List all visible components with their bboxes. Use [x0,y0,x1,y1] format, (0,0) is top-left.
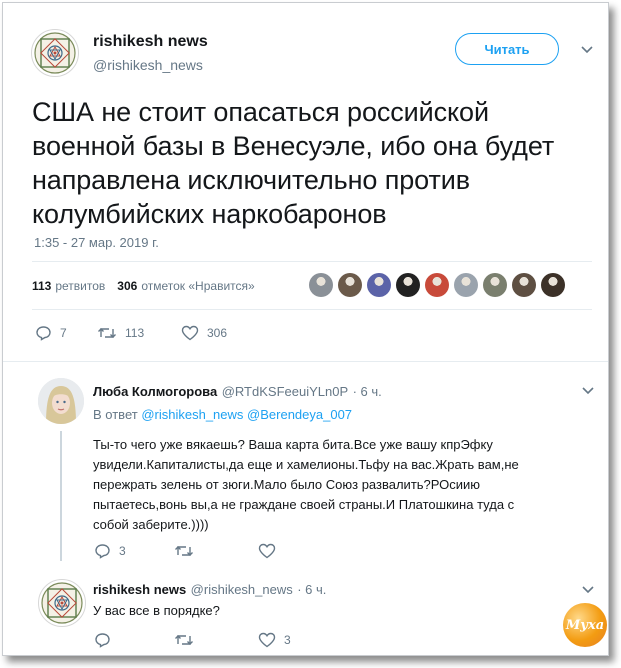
retweet-icon [175,635,193,645]
like-button[interactable]: 306 [181,325,227,341]
like-button[interactable] [258,543,284,559]
likes-stat[interactable]: 306 отметок «Нравится» [117,279,254,293]
divider [3,361,608,362]
retweet-icon [98,328,116,338]
retweet-icon [175,546,193,556]
heart-icon [258,632,276,648]
tweet-card: rishikesh news @rishikesh_news Читать СШ… [2,2,609,656]
divider [32,309,592,310]
liker-avatar[interactable] [396,273,420,297]
heart-icon [181,325,199,341]
reply-actions: 3 [94,632,291,648]
liker-avatar[interactable] [454,273,478,297]
reply-icon [95,633,110,648]
reply-button[interactable] [94,632,174,648]
reply-to-line: В ответ @rishikesh_news @Berendeya_007 [93,407,353,422]
liker-avatar[interactable] [483,273,507,297]
liker-avatar[interactable] [425,273,449,297]
retweet-button[interactable] [174,543,258,559]
reply-icon [95,544,110,559]
tweet-text: США не стоит опасаться российской военно… [32,97,555,229]
reply-header: rishikesh news @rishikesh_news · 6 ч. [93,581,326,599]
watermark-logo: Муха [563,603,607,647]
reply-button[interactable]: 7 [35,325,97,341]
thread-line [60,431,62,561]
reply-avatar[interactable] [38,579,86,627]
tweet-stats: 113 ретвитов 306 отметок «Нравится» [32,279,255,293]
reply-avatar[interactable] [38,378,84,424]
reply-author-name[interactable]: rishikesh news [93,582,186,597]
reply-author-handle[interactable]: @rishikesh_news [191,582,293,597]
retweets-stat[interactable]: 113 ретвитов [32,279,105,293]
liker-avatar[interactable] [541,273,565,297]
tweet-timestamp[interactable]: 1:35 - 27 мар. 2019 г. [34,235,159,250]
author-handle[interactable]: @rishikesh_news [93,57,203,73]
divider [32,261,592,262]
reply-to-link[interactable]: @Berendeya_007 [247,407,352,422]
retweet-button[interactable] [174,632,258,648]
follow-button[interactable]: Читать [455,33,559,65]
reply-text: Ты-то чего уже вякаешь? Ваша карта бита.… [93,437,519,532]
reply-to-link[interactable]: @rishikesh_news [141,407,243,422]
reply-time[interactable]: · 6 ч. [353,384,382,399]
liker-avatar[interactable] [512,273,536,297]
retweet-button[interactable]: 113 [97,325,181,341]
heart-icon [258,543,276,559]
like-button[interactable]: 3 [258,632,291,648]
reply-author-handle[interactable]: @RTdKSFeeuiYLn0P [222,384,348,399]
author-name[interactable]: rishikesh news [93,33,208,51]
chevron-down-icon[interactable] [581,386,595,396]
reply-actions: 3 [94,543,284,559]
reply-author-name[interactable]: Люба Колмогорова [93,384,217,399]
liker-avatar[interactable] [367,273,391,297]
reply-button[interactable]: 3 [94,543,174,559]
author-avatar[interactable] [31,29,79,77]
liker-avatar[interactable] [338,273,362,297]
reply-text: У вас все в порядке? [93,603,220,618]
chevron-down-icon[interactable] [581,585,595,595]
reply-icon [36,326,51,341]
tweet-actions: 7 113 306 [35,325,227,341]
reply-header: Люба Колмогорова @RTdKSFeeuiYLn0P · 6 ч. [93,383,382,401]
liker-avatar[interactable] [309,273,333,297]
reply-time[interactable]: · 6 ч. [297,582,326,597]
chevron-down-icon[interactable] [580,45,594,55]
